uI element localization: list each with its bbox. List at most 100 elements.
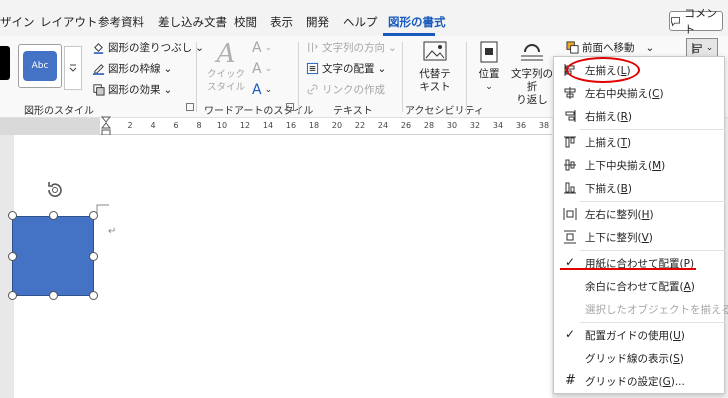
- ruler-tick: 26: [400, 121, 412, 130]
- document-page[interactable]: [14, 135, 552, 398]
- text-fill-icon: A: [252, 40, 262, 56]
- menu-item-label: 上揃え(T): [585, 137, 632, 149]
- shape-fill-button[interactable]: 図形の塗りつぶし ⌄: [92, 40, 204, 55]
- dialog-launcher-icon[interactable]: [286, 103, 294, 111]
- menu-item-distribute-vertically[interactable]: 上下に整列(V): [554, 226, 726, 248]
- tab-mailings[interactable]: 差し込み文書: [158, 14, 227, 30]
- tab-shape-format[interactable]: 図形の書式: [388, 14, 446, 30]
- resize-handle[interactable]: [8, 252, 17, 261]
- shape-outline-label: 図形の枠線: [108, 63, 161, 75]
- align-dropdown-menu: 左揃え(L) 左右中央揃え(C) 右揃え(R) 上揃え(T) 上下中央揃え(M)…: [553, 56, 728, 394]
- text-outline-button[interactable]: A ⌄: [252, 61, 272, 77]
- ruler-tick: 34: [492, 121, 504, 130]
- group-label-wordart-styles: ワードアートのスタイル: [204, 106, 314, 117]
- ruler-tick: 10: [216, 121, 228, 130]
- ruler-tick: 18: [308, 121, 320, 130]
- paragraph-mark-icon: ↵: [108, 226, 117, 237]
- tab-help[interactable]: ヘルプ: [343, 14, 378, 30]
- ruler-tick: 24: [377, 121, 389, 130]
- resize-handle[interactable]: [89, 252, 98, 261]
- group-label-text: テキスト: [333, 106, 373, 117]
- text-effects-button[interactable]: A ⌄: [252, 82, 272, 98]
- menu-item-use-alignment-guides[interactable]: ✓ 配置ガイドの使用(U): [554, 324, 726, 346]
- align-text-label: 文字の配置: [322, 63, 375, 75]
- resize-handle[interactable]: [89, 211, 98, 220]
- menu-item-label: 選択したオブジェクトを揃える(O): [585, 304, 728, 316]
- tab-design[interactable]: ザイン: [0, 14, 35, 30]
- shape-fill-label: 図形の塗りつぶし: [108, 42, 193, 54]
- ruler-tick: 16: [285, 121, 297, 130]
- position-icon: [480, 41, 498, 63]
- menu-item-label: 右揃え(R): [585, 111, 633, 123]
- wrap-text-button[interactable]: 文字列の折 り返し: [508, 40, 556, 107]
- menu-item-label: グリッドの設定(G)...: [585, 376, 685, 388]
- selected-rectangle-shape[interactable]: [12, 216, 94, 296]
- resize-handle[interactable]: [8, 211, 17, 220]
- ruler-tick: 36: [515, 121, 527, 130]
- distribute-vertical-icon: [564, 230, 576, 244]
- link-icon: [307, 84, 318, 95]
- resize-handle[interactable]: [89, 291, 98, 300]
- menu-item-label: 左右に整列(H): [585, 209, 654, 221]
- menu-item-align-bottom[interactable]: 下揃え(B): [554, 177, 726, 199]
- annotation-underline: [560, 268, 696, 270]
- menu-item-align-to-margin[interactable]: 余白に合わせて配置(A): [554, 275, 726, 297]
- text-fill-button[interactable]: A ⌄: [252, 40, 272, 56]
- comment-label: コメント: [684, 7, 718, 36]
- layout-corner-mark: [96, 204, 109, 217]
- chevron-down-icon: ⌄: [485, 82, 493, 92]
- shape-effects-button[interactable]: 図形の効果 ⌄: [92, 82, 172, 97]
- pen-icon: [92, 64, 105, 75]
- tab-references[interactable]: 参考資料: [98, 14, 144, 30]
- menu-item-label: グリッド線の表示(S): [585, 353, 684, 365]
- menu-item-grid-settings[interactable]: # グリッドの設定(G)...: [554, 370, 726, 392]
- bring-forward-button[interactable]: 前面へ移動 ⌄: [566, 40, 654, 55]
- menu-item-view-gridlines[interactable]: グリッド線の表示(S): [554, 347, 726, 369]
- quick-styles-button[interactable]: A クイック スタイル: [204, 40, 248, 94]
- check-icon: ✓: [565, 255, 576, 269]
- shape-styles-more-button[interactable]: [64, 46, 82, 90]
- menu-item-distribute-horizontally[interactable]: 左右に整列(H): [554, 203, 726, 225]
- chevron-down-icon: ⌄: [645, 41, 655, 54]
- ruler-tick: 32: [469, 121, 481, 130]
- ruler-tick: 6: [173, 121, 179, 130]
- ruler-margin: [0, 118, 100, 135]
- wrap-text-label: 文字列の折 り返し: [511, 68, 553, 106]
- align-top-icon: [564, 136, 576, 148]
- menu-separator: [580, 322, 726, 323]
- dialog-launcher-icon[interactable]: [186, 103, 194, 111]
- group-separator: [298, 42, 299, 112]
- create-link-button[interactable]: リンクの作成: [306, 82, 385, 97]
- resize-handle[interactable]: [49, 211, 58, 220]
- menu-item-align-center[interactable]: 左右中央揃え(C): [554, 82, 726, 104]
- resize-handle[interactable]: [8, 291, 17, 300]
- menu-item-align-middle[interactable]: 上下中央揃え(M): [554, 154, 726, 176]
- menu-item-align-to-page[interactable]: ✓ 用紙に合わせて配置(P): [554, 252, 726, 274]
- comment-icon: [671, 16, 680, 26]
- menu-item-label: 下揃え(B): [585, 183, 632, 195]
- horizontal-ruler[interactable]: 2 4 6 8 10 12 14 16 18 20 22 24 26 28 30…: [100, 118, 552, 135]
- shape-outline-button[interactable]: 図形の枠線 ⌄: [92, 61, 172, 76]
- group-label-accessibility: アクセシビリティ: [405, 106, 484, 117]
- align-text-button[interactable]: 文字の配置 ⌄: [306, 61, 386, 76]
- text-direction-icon: [308, 42, 318, 53]
- position-label: 位置: [478, 68, 500, 80]
- tab-review[interactable]: 校閲: [234, 14, 257, 30]
- rotate-handle-icon[interactable]: [44, 179, 66, 201]
- tab-developer[interactable]: 開発: [306, 14, 329, 30]
- shape-style-preset-selected-frame[interactable]: Abc: [18, 44, 62, 88]
- menu-item-align-top[interactable]: 上揃え(T): [554, 131, 726, 153]
- menu-item-align-selected-objects[interactable]: 選択したオブジェクトを揃える(O): [554, 298, 728, 320]
- position-button[interactable]: 位置 ⌄: [474, 40, 504, 94]
- shape-style-preset-black[interactable]: [0, 46, 10, 80]
- tab-layout[interactable]: レイアウト: [40, 14, 98, 30]
- ruler-tick: 38: [538, 121, 550, 130]
- text-direction-button[interactable]: 文字列の方向 ⌄: [306, 40, 397, 55]
- tab-view[interactable]: 表示: [270, 14, 293, 30]
- alt-text-button[interactable]: 代替テ キスト: [412, 40, 458, 94]
- menu-item-align-right[interactable]: 右揃え(R): [554, 105, 726, 127]
- resize-handle[interactable]: [49, 291, 58, 300]
- ruler-tick: 2: [127, 121, 133, 130]
- comment-button[interactable]: コメント: [669, 7, 723, 36]
- align-dropdown-button[interactable]: ⌄: [686, 38, 718, 58]
